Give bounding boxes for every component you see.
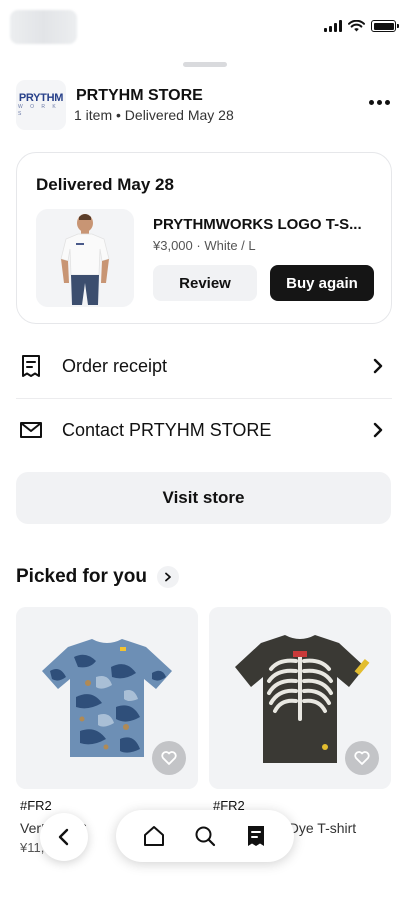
battery-icon <box>371 20 399 32</box>
product-thumbnail[interactable] <box>36 209 134 307</box>
white-tshirt-model-image <box>36 209 134 307</box>
product-title[interactable]: PRYTHMWORKS LOGO T-S... <box>153 216 375 233</box>
search-icon[interactable] <box>185 816 225 856</box>
chevron-left-icon <box>58 828 69 846</box>
status-icons <box>324 20 399 32</box>
order-card: Delivered May 28 PRYTHMWORKS LOGO T-S...… <box>16 152 392 324</box>
order-receipt-row[interactable]: Order receipt <box>16 334 392 398</box>
more-options-icon[interactable] <box>365 96 394 109</box>
status-time-blurred <box>10 10 77 44</box>
chevron-right-icon <box>156 566 179 588</box>
signal-icon <box>324 20 342 32</box>
picked-for-you-header[interactable]: Picked for you <box>16 566 179 588</box>
order-receipt-label: Order receipt <box>62 355 168 376</box>
store-logo-sub: W O R K S <box>18 103 59 117</box>
home-icon[interactable] <box>134 816 174 856</box>
recommended-product-card[interactable] <box>209 607 391 789</box>
order-actions-list: Order receipt Contact PRTYHM STORE <box>16 334 392 464</box>
contact-store-label: Contact PRTYHM STORE <box>62 419 272 440</box>
visit-store-button[interactable]: Visit store <box>16 472 391 524</box>
favorite-heart-icon[interactable] <box>152 741 186 775</box>
back-button[interactable] <box>40 813 88 861</box>
contact-store-row[interactable]: Contact PRTYHM STORE <box>16 398 392 462</box>
store-logo-word: PRYTHM <box>18 91 64 104</box>
recommended-product-card[interactable] <box>16 607 198 789</box>
order-summary-meta: 1 item • Delivered May 28 <box>74 107 234 123</box>
status-bar <box>0 0 410 52</box>
store-logo[interactable]: PRYTHM W O R K S <box>16 80 66 130</box>
product-price-variant: ¥3,000 · White / L <box>153 238 256 253</box>
store-name[interactable]: PRTYHM STORE <box>76 87 203 105</box>
wifi-icon <box>348 20 365 32</box>
order-status: Delivered May 28 <box>36 175 174 194</box>
sheet-handle[interactable] <box>183 62 227 67</box>
bottom-nav <box>116 810 294 862</box>
favorite-heart-icon[interactable] <box>345 741 379 775</box>
chevron-right-icon <box>373 358 383 374</box>
chevron-right-icon <box>373 422 383 438</box>
store-header: PRYTHM W O R K S PRTYHM STORE 1 item • D… <box>16 80 394 132</box>
receipt-icon <box>18 353 44 379</box>
envelope-icon <box>18 417 44 443</box>
recommended-brand: #FR2 <box>20 798 52 813</box>
review-button[interactable]: Review <box>153 265 257 301</box>
picked-for-you-title: Picked for you <box>16 566 147 587</box>
buy-again-button[interactable]: Buy again <box>270 265 374 301</box>
orders-icon[interactable] <box>236 816 276 856</box>
